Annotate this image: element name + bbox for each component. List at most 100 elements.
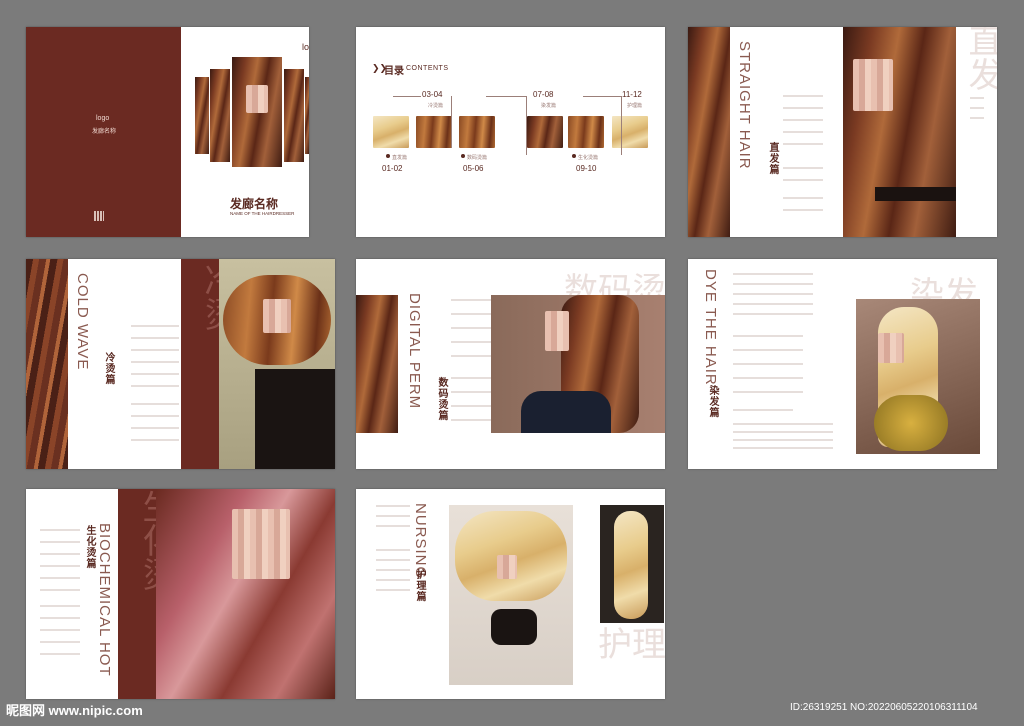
price-line-4 [783, 131, 823, 133]
price-line-4 [451, 341, 491, 343]
price-line-2 [40, 541, 80, 543]
contents-title-cn: 目录 [384, 66, 404, 77]
toc-dot-3 [572, 154, 576, 158]
toc-connector-4 [583, 96, 622, 155]
price-line-6 [131, 385, 179, 387]
price-line-5 [40, 577, 80, 579]
cover-photo-strip-right [305, 77, 309, 154]
qr-code-icon [94, 211, 104, 221]
toc-dot-1 [386, 154, 390, 158]
price-line-10 [733, 391, 803, 393]
nursing-spread: NURSING 护理篇 护理 [356, 489, 665, 699]
coldwave-title-cn: 冷烫篇 [103, 352, 114, 385]
biochem-photo [156, 489, 335, 699]
price-line-6 [451, 377, 491, 379]
cover-spread: logo 发廊名称 logo 发廊名称 NAME OF THE HAIRDRES… [26, 27, 309, 237]
price-line-5 [451, 355, 491, 357]
price-line-4 [40, 565, 80, 567]
cover-photo-strip-2 [210, 69, 230, 162]
pixelated-face [497, 555, 517, 579]
price-line-7 [40, 605, 80, 607]
digital-title-en: DIGITAL PERM [406, 293, 423, 410]
black-dress [255, 369, 335, 469]
contents-spread: ❯❯ 目录 CONTENTS 03-04 冷烫篇 07-08 染发篇 11-12… [356, 27, 665, 237]
price-line-5 [783, 143, 823, 145]
cover-photo-strip-4 [284, 69, 304, 162]
cold-wave-spread: COLD WAVE 冷烫篇 冷烫 [26, 259, 335, 469]
pixelated-face [263, 299, 291, 333]
toc-thumb-2[interactable] [416, 116, 452, 148]
back-brand-name: 发廊名称 [92, 129, 117, 135]
toc-page-11-12: 11-12 [622, 90, 642, 99]
straight-watermark: 直发 [962, 27, 997, 91]
price-line-4 [376, 549, 410, 551]
price-line-1 [783, 95, 823, 97]
price-line-8 [733, 363, 803, 365]
pixelated-face [246, 85, 268, 113]
dye-title-cn: 染发篇 [707, 385, 718, 418]
site-watermark: 昵图网 www.nipic.com [6, 703, 143, 718]
nursing-title-en: NURSING [412, 503, 429, 580]
price-line-1 [40, 529, 80, 531]
cover-title: 发廊名称 [230, 197, 279, 211]
price-line-9 [451, 419, 491, 421]
price-line-10 [40, 641, 80, 643]
toc-label-03-04: 冷烫篇 [428, 103, 444, 109]
toc-thumb-4[interactable] [527, 116, 563, 148]
toc-label-11-12: 护理篇 [627, 103, 643, 109]
straight-hair-spread: STRAIGHT HAIR 直发篇 直发 [688, 27, 997, 237]
price-line-3 [451, 327, 491, 329]
digital-photo [491, 295, 665, 433]
price-line-5 [131, 373, 179, 375]
price-line-2 [376, 515, 410, 517]
price-line-9 [783, 209, 823, 211]
price-line-6 [376, 569, 410, 571]
coldwave-title-en: COLD WAVE [74, 273, 91, 371]
price-line-4 [131, 361, 179, 363]
flat-iron [875, 187, 956, 201]
price-line-3 [376, 525, 410, 527]
price-line-7 [131, 403, 179, 405]
nursing-photo-main [449, 505, 573, 685]
braided-hair [614, 511, 648, 619]
price-line-1 [131, 325, 179, 327]
price-line-8 [451, 405, 491, 407]
biochem-title-en: BIOCHEMICAL HOT [96, 523, 113, 677]
price-line-2 [733, 283, 813, 285]
price-line-2 [783, 107, 823, 109]
side-text-2 [970, 107, 984, 109]
body-text-4 [733, 447, 833, 449]
price-line-8 [376, 589, 410, 591]
price-line-5 [733, 313, 813, 315]
straight-title-cn: 直发篇 [767, 142, 778, 175]
toc-dot-2 [461, 154, 465, 158]
cover-photo-main [232, 57, 282, 167]
dye-title-en: DYE THE HAIR [702, 269, 719, 386]
price-line-11 [733, 409, 793, 411]
price-line-9 [40, 629, 80, 631]
toc-page-09-10: 09-10 [576, 164, 597, 173]
straight-photo [843, 27, 956, 237]
back-cover: logo 发廊名称 [26, 27, 181, 237]
price-line-7 [733, 349, 803, 351]
price-line-3 [40, 553, 80, 555]
price-line-9 [733, 377, 803, 379]
toc-label-09-10: 生化烫篇 [578, 155, 599, 161]
straight-title-en: STRAIGHT HAIR [736, 41, 753, 170]
biochemical-spread: 生化烫篇 BIOCHEMICAL HOT 生化烫 [26, 489, 335, 699]
price-line-8 [40, 617, 80, 619]
toc-connector-2 [451, 96, 452, 148]
body-text-3 [733, 439, 833, 441]
side-text-3 [970, 117, 984, 119]
digital-hair-texture [356, 295, 398, 433]
price-line-10 [131, 439, 179, 441]
image-id: ID:26319251 NO:20220605220106311104 [790, 702, 978, 713]
black-outfit [491, 609, 537, 645]
contents-title-en: CONTENTS [406, 65, 449, 72]
price-line-7 [783, 179, 823, 181]
price-line-3 [131, 349, 179, 351]
toc-page-01-02: 01-02 [382, 164, 403, 173]
toc-label-05-06: 数码烫篇 [467, 155, 488, 161]
price-line-1 [376, 505, 410, 507]
toc-connector-3 [486, 96, 527, 155]
